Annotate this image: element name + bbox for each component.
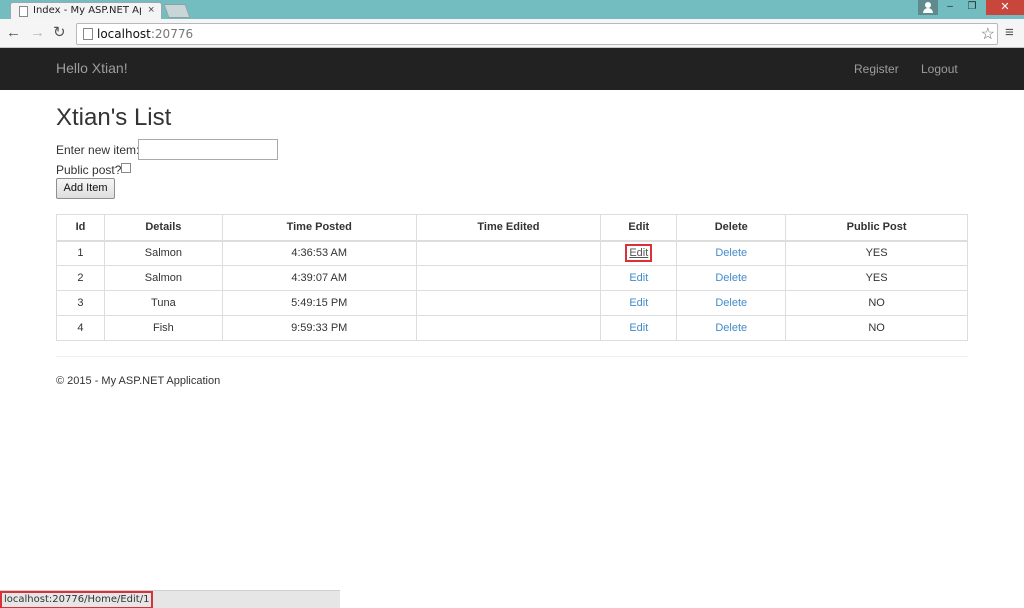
browser-menu-icon[interactable]: ≡: [1005, 24, 1014, 41]
bookmark-star-icon[interactable]: ☆: [981, 24, 995, 44]
cell-delete: Delete: [676, 315, 787, 341]
table-row: 2 Salmon 4:39:07 AM Edit Delete YES: [56, 265, 968, 291]
cell-id: 3: [56, 290, 105, 316]
cell-details: Tuna: [103, 290, 223, 316]
delete-link[interactable]: Delete: [715, 272, 747, 284]
cell-time-edited: [415, 265, 602, 291]
browser-titlebar: Index - My ASP.NET Appli × ‒ ❐ ✕: [0, 0, 1024, 19]
column-header-time-posted: Time Posted: [221, 214, 417, 242]
cell-public-post: NO: [785, 315, 968, 341]
address-bar[interactable]: localhost:20776 ☆: [76, 23, 998, 45]
window-close-button[interactable]: ✕: [986, 0, 1024, 15]
cell-public-post: YES: [785, 265, 968, 291]
column-header-delete: Delete: [676, 214, 787, 242]
tab-title: Index - My ASP.NET Appli: [33, 5, 141, 16]
items-table: Id Details Time Posted Time Edited Edit …: [56, 214, 968, 341]
cell-edit: Edit: [600, 240, 678, 266]
cell-edit: Edit: [600, 265, 678, 291]
logout-link[interactable]: Logout: [921, 62, 958, 76]
footer-divider: [56, 356, 968, 357]
back-icon[interactable]: ←: [6, 23, 21, 43]
delete-link[interactable]: Delete: [715, 322, 747, 334]
cell-time-edited: [415, 240, 602, 266]
public-post-checkbox[interactable]: [121, 163, 131, 173]
footer-copyright: © 2015 - My ASP.NET Application: [56, 375, 221, 387]
column-header-edit: Edit: [600, 214, 678, 242]
cell-delete: Delete: [676, 265, 787, 291]
app-navbar: Hello Xtian! Register Logout: [0, 48, 1024, 90]
column-header-public-post: Public Post: [785, 214, 968, 242]
column-header-id: Id: [56, 214, 105, 242]
page-icon: [83, 28, 93, 40]
cell-id: 4: [56, 315, 105, 341]
edit-link[interactable]: Edit: [629, 297, 648, 309]
cell-time-edited: [415, 315, 602, 341]
reload-icon[interactable]: ↻: [53, 23, 66, 43]
browser-status-bar: localhost:20776/Home/Edit/1: [0, 590, 340, 608]
new-item-label: Enter new item:: [56, 143, 140, 157]
table-row: 3 Tuna 5:49:15 PM Edit Delete NO: [56, 290, 968, 316]
column-header-details: Details: [103, 214, 223, 242]
new-item-input[interactable]: [138, 139, 278, 160]
cell-id: 1: [56, 240, 105, 266]
cell-id: 2: [56, 265, 105, 291]
page-icon: [19, 6, 28, 17]
url-text[interactable]: localhost:20776: [97, 27, 193, 41]
edit-link[interactable]: Edit: [629, 272, 648, 284]
window-minimize-button[interactable]: ‒: [938, 0, 962, 15]
cell-details: Salmon: [103, 240, 223, 266]
user-profile-icon[interactable]: [918, 0, 938, 15]
public-post-label: Public post?: [56, 163, 122, 177]
url-host: localhost: [97, 27, 151, 41]
add-item-button[interactable]: Add Item: [56, 178, 115, 199]
cell-time-posted: 9:59:33 PM: [221, 315, 417, 341]
cell-time-posted: 4:36:53 AM: [221, 240, 417, 266]
page-title: Xtian's List: [56, 104, 172, 131]
edit-link[interactable]: Edit: [629, 322, 648, 334]
delete-link[interactable]: Delete: [715, 247, 747, 259]
edit-link[interactable]: Edit: [625, 244, 653, 263]
cell-edit: Edit: [600, 315, 678, 341]
url-port: :20776: [150, 27, 194, 41]
cell-details: Fish: [103, 315, 223, 341]
cell-details: Salmon: [103, 265, 223, 291]
cell-public-post: NO: [785, 290, 968, 316]
status-url: localhost:20776/Home/Edit/1: [0, 591, 154, 608]
cell-delete: Delete: [676, 240, 787, 266]
browser-toolbar: ← → ↻ localhost:20776 ☆ ≡: [0, 19, 1024, 48]
new-tab-button[interactable]: [163, 4, 191, 18]
browser-tab[interactable]: Index - My ASP.NET Appli ×: [10, 2, 162, 19]
cell-edit: Edit: [600, 290, 678, 316]
cell-delete: Delete: [676, 290, 787, 316]
table-row: 4 Fish 9:59:33 PM Edit Delete NO: [56, 315, 968, 341]
delete-link[interactable]: Delete: [715, 297, 747, 309]
window-maximize-button[interactable]: ❐: [960, 0, 984, 15]
navbar-brand[interactable]: Hello Xtian!: [56, 60, 128, 76]
cell-public-post: YES: [785, 240, 968, 266]
column-header-time-edited: Time Edited: [415, 214, 602, 242]
cell-time-posted: 5:49:15 PM: [221, 290, 417, 316]
register-link[interactable]: Register: [854, 62, 899, 76]
cell-time-edited: [415, 290, 602, 316]
forward-icon[interactable]: →: [30, 23, 45, 43]
table-row: 1 Salmon 4:36:53 AM Edit Delete YES: [56, 240, 968, 266]
cell-time-posted: 4:39:07 AM: [221, 265, 417, 291]
tab-close-icon[interactable]: ×: [148, 4, 154, 16]
table-header-row: Id Details Time Posted Time Edited Edit …: [56, 214, 968, 242]
